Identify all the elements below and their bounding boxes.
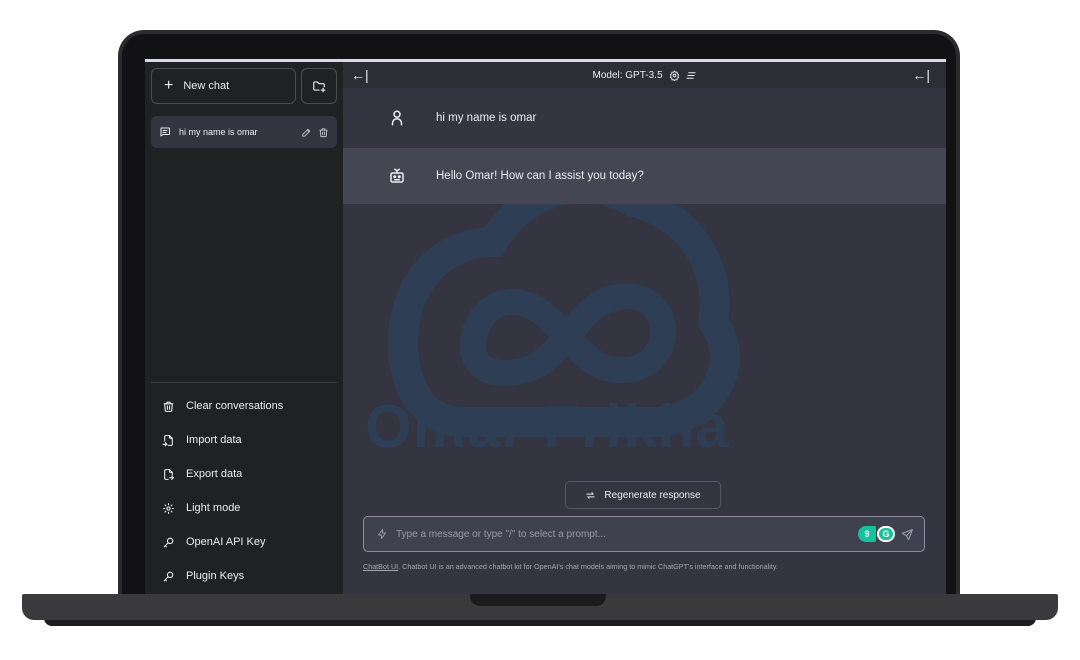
collapse-promptbar-icon[interactable]: ←| (912, 67, 930, 83)
key-icon (161, 569, 175, 583)
message-icon (160, 127, 170, 137)
refresh-icon (586, 491, 596, 499)
key-icon (161, 535, 175, 549)
model-header: ←| Model: GPT-3.5 ←| (343, 62, 946, 88)
sidebar-divider (151, 382, 337, 383)
footer-description: . Chatbot UI is an advanced chatbot kit … (398, 562, 778, 571)
app-window: + New chat hi my name is omar Clear conv… (145, 59, 946, 594)
message-input-box: 9 G (363, 516, 925, 552)
conversation-item[interactable]: hi my name is omar (151, 116, 337, 148)
robot-icon (388, 167, 406, 185)
export-data-button[interactable]: Export data (151, 457, 337, 491)
menu-label: Import data (186, 434, 242, 446)
clear-lines-icon[interactable] (685, 70, 697, 81)
regenerate-label: Regenerate response (604, 489, 701, 501)
bolt-icon[interactable] (376, 528, 388, 540)
light-mode-button[interactable]: Light mode (151, 491, 337, 525)
chatbot-ui-link[interactable]: ChatBot UI (363, 562, 398, 571)
folder-plus-icon (313, 81, 326, 93)
message-text: Hello Omar! How can I assist you today? (436, 170, 644, 182)
user-icon (388, 109, 406, 127)
send-icon[interactable] (901, 528, 914, 541)
import-data-button[interactable]: Import data (151, 423, 337, 457)
message-text: hi my name is omar (436, 112, 537, 124)
settings-gear-icon[interactable] (669, 69, 680, 81)
menu-label: OpenAI API Key (186, 536, 266, 548)
laptop-notch (470, 594, 606, 606)
grammarly-logo-icon: G (877, 526, 895, 542)
grammarly-widget[interactable]: 9 G (858, 526, 895, 542)
new-chat-button[interactable]: + New chat (151, 68, 296, 104)
menu-label: Light mode (186, 502, 241, 514)
message-input[interactable] (396, 528, 858, 540)
new-folder-button[interactable] (301, 68, 337, 104)
menu-label: Plugin Keys (186, 570, 245, 582)
plugin-keys-button[interactable]: Plugin Keys (151, 559, 337, 593)
collapse-sidebar-icon[interactable]: ←| (351, 67, 369, 83)
file-export-icon (161, 467, 175, 481)
trash-icon[interactable] (318, 127, 329, 138)
regenerate-button[interactable]: Regenerate response (565, 481, 721, 509)
model-label: Model: GPT-3.5 (592, 69, 663, 81)
menu-label: Clear conversations (186, 400, 284, 412)
user-message: hi my name is omar (343, 88, 946, 148)
pencil-icon[interactable] (301, 127, 312, 138)
watermark-text: Omar Frikha (365, 393, 730, 460)
menu-label: Export data (186, 468, 243, 480)
trash-icon (161, 399, 175, 413)
grammarly-count-badge: 9 (858, 526, 876, 542)
assistant-message: Hello Omar! How can I assist you today? (343, 148, 946, 204)
footer-text: ChatBot UI. Chatbot UI is an advanced ch… (363, 562, 933, 571)
sidebar: + New chat hi my name is omar Clear conv… (145, 62, 343, 594)
sun-icon (161, 501, 175, 515)
plus-icon: + (164, 77, 174, 94)
sidebar-menu: Clear conversations Import data Export d… (151, 389, 337, 593)
file-import-icon (161, 433, 175, 447)
openai-api-key-button[interactable]: OpenAI API Key (151, 525, 337, 559)
chat-area: Omar Frikha ←| Model: GPT-3.5 ←| hi my n… (343, 62, 946, 594)
conversation-label: hi my name is omar (179, 127, 258, 137)
clear-conversations-button[interactable]: Clear conversations (151, 389, 337, 423)
new-chat-label: New chat (183, 80, 230, 92)
